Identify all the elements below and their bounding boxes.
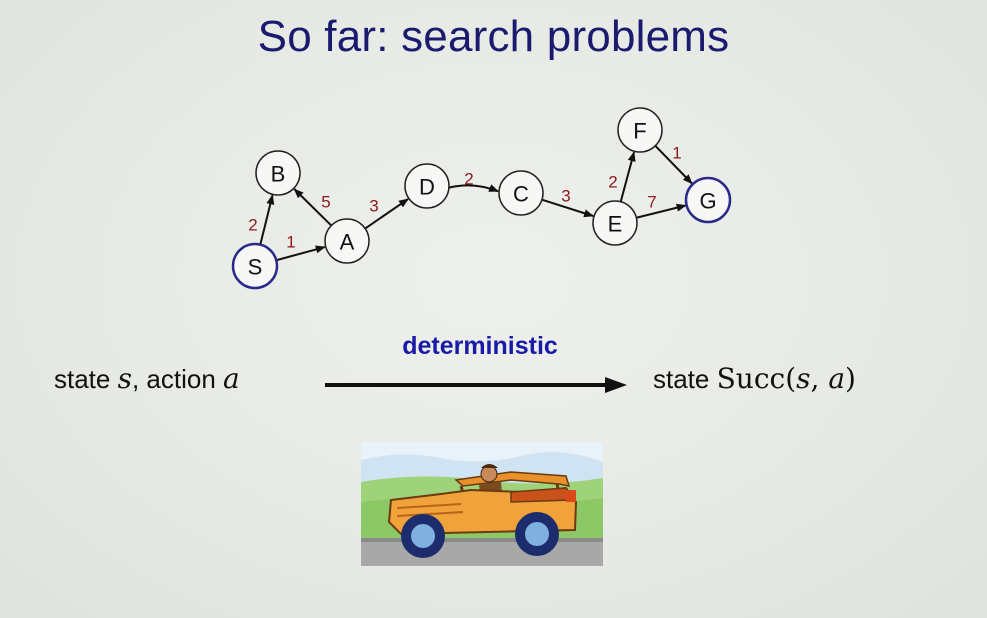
edge-cost-C-E: 3 xyxy=(561,187,570,206)
node-C: C xyxy=(498,170,544,216)
edge-S-B xyxy=(259,194,275,245)
lhs-action-var: a xyxy=(223,362,240,395)
car-illustration xyxy=(361,442,603,566)
node-E: E xyxy=(592,200,638,246)
succ-open-paren: ( xyxy=(785,362,797,395)
edge-cost-A-D: 3 xyxy=(369,197,378,216)
edge-cost-S-B: 2 xyxy=(248,216,257,235)
node-S: S xyxy=(231,242,279,290)
edge-E-G xyxy=(636,203,687,219)
node-label-F: F xyxy=(633,119,646,144)
node-G: G xyxy=(684,176,732,224)
edge-cost-D-C: 2 xyxy=(464,170,473,189)
succ-comma: , xyxy=(810,362,829,395)
succ-function: Succ xyxy=(716,362,786,395)
node-D: D xyxy=(404,163,450,209)
successor-expression: state Succ(s, a) xyxy=(653,362,856,395)
slide: So far: search problems 215323271 SBADCE… xyxy=(0,0,987,618)
node-label-S: S xyxy=(248,255,263,280)
succ-state-arg: s xyxy=(796,362,811,395)
node-label-B: B xyxy=(271,162,286,187)
state-action-expression: state s, action a xyxy=(54,362,240,395)
deterministic-label: deterministic xyxy=(402,332,558,360)
succ-action-arg: a xyxy=(828,362,846,395)
node-label-D: D xyxy=(419,175,435,200)
edge-cost-E-G: 7 xyxy=(647,193,656,212)
node-label-A: A xyxy=(340,230,355,255)
node-B: B xyxy=(255,150,301,196)
node-A: A xyxy=(324,218,370,264)
lhs-state-var: s xyxy=(117,362,132,395)
transition-arrow xyxy=(325,377,627,393)
node-label-C: C xyxy=(513,182,529,207)
edge-cost-S-A: 1 xyxy=(286,233,295,252)
node-label-G: G xyxy=(699,189,716,214)
succ-close-paren: ) xyxy=(845,362,856,395)
edge-cost-F-G: 1 xyxy=(672,144,681,163)
node-F: F xyxy=(617,107,663,153)
edge-E-F xyxy=(619,151,636,203)
edge-S-A xyxy=(275,245,326,262)
edge-cost-E-F: 2 xyxy=(608,173,617,192)
rhs-state-word: state xyxy=(653,364,710,394)
lhs-action-word: , action xyxy=(131,364,216,394)
node-label-E: E xyxy=(608,212,623,237)
edge-cost-A-B: 5 xyxy=(321,193,330,212)
lhs-state-word: state xyxy=(54,364,111,394)
